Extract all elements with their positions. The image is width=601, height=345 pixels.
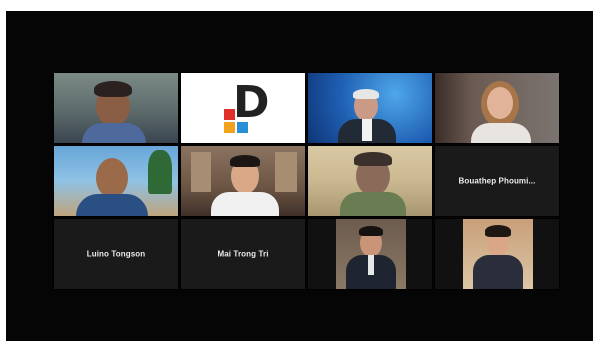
participant-video: [435, 73, 559, 143]
participant-video: [54, 146, 178, 216]
participant-video: [54, 73, 178, 143]
participant-name: Luino Tongson: [86, 249, 146, 259]
participant-tile-p8[interactable]: Bouathep Phoumi...: [434, 145, 560, 217]
participant-video: [181, 146, 305, 216]
participant-video: [336, 219, 406, 289]
participant-tile-p1[interactable]: [53, 72, 179, 144]
participant-name: Bouathep Phoumi...: [458, 176, 536, 186]
participant-tile-p12[interactable]: [434, 218, 560, 290]
participant-tile-p6[interactable]: [180, 145, 306, 217]
participant-tile-p5[interactable]: [53, 145, 179, 217]
participant-tile-p4[interactable]: [434, 72, 560, 144]
participant-tile-p3[interactable]: [307, 72, 433, 144]
participant-video: [308, 146, 432, 216]
participant-tile-p2[interactable]: D: [180, 72, 306, 144]
participant-tile-p10[interactable]: Mai Trong Tri: [180, 218, 306, 290]
participant-tile-p7[interactable]: [307, 145, 433, 217]
meeting-gallery-view: D Bouathep Phoumi... Luino Tongson Mai T…: [6, 11, 593, 341]
participant-tile-p11[interactable]: [307, 218, 433, 290]
participant-video: [463, 219, 533, 289]
logo-letter-d: D: [233, 77, 270, 128]
participant-name: Mai Trong Tri: [217, 249, 269, 259]
participant-logo: D: [181, 73, 305, 143]
participant-video: [308, 73, 432, 143]
participant-tile-p9[interactable]: Luino Tongson: [53, 218, 179, 290]
